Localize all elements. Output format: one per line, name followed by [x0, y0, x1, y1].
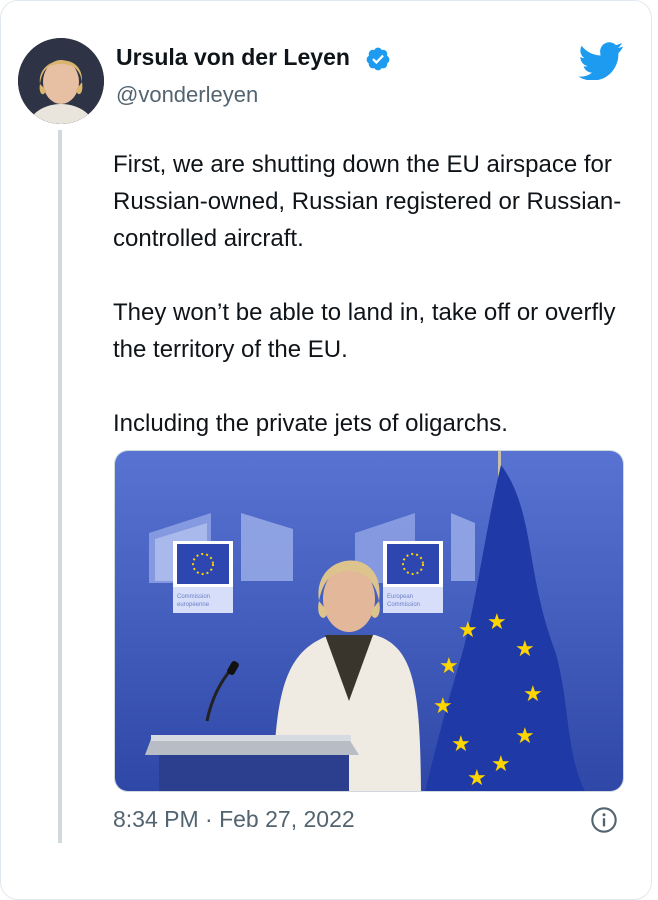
tweet-timestamp[interactable]: 8:34 PM · Feb 27, 2022 [113, 806, 355, 833]
tweet-text: First, we are shutting down the EU airsp… [113, 146, 633, 479]
svg-text:★: ★ [491, 752, 511, 777]
info-icon[interactable] [590, 806, 618, 834]
sign-right-line-1: European [387, 594, 413, 600]
svg-text:★: ★ [523, 682, 543, 707]
svg-text:★: ★ [487, 610, 507, 635]
tweet-paragraph: Including the private jets of oligarchs. [113, 410, 508, 437]
podium [145, 735, 359, 791]
svg-text:★: ★ [451, 732, 471, 757]
press-conference-photo: Commission européenne European Commissio… [115, 451, 623, 791]
svg-text:★: ★ [515, 637, 535, 662]
avatar-photo [18, 38, 104, 124]
verified-badge-icon [366, 47, 390, 71]
tweet-paragraph: They won’t be able to land in, take off … [113, 299, 616, 363]
thread-line [58, 130, 62, 843]
twitter-bird-icon[interactable] [578, 42, 624, 80]
svg-text:★: ★ [433, 694, 453, 719]
avatar[interactable] [18, 38, 104, 124]
svg-text:★: ★ [439, 654, 459, 679]
author-handle[interactable]: @vonderleyen [116, 82, 258, 108]
svg-text:★: ★ [515, 724, 535, 749]
sign-right-line-2: Commission [387, 602, 420, 608]
tweet-photo[interactable]: Commission européenne European Commissio… [114, 450, 624, 792]
sign-left-line-2: européenne [177, 602, 210, 608]
sign-left-line-1: Commission [177, 594, 210, 600]
author-name[interactable]: Ursula von der Leyen [116, 44, 350, 71]
tweet-paragraph: First, we are shutting down the EU airsp… [113, 151, 622, 252]
svg-text:★: ★ [467, 766, 487, 791]
svg-text:★: ★ [458, 618, 478, 643]
